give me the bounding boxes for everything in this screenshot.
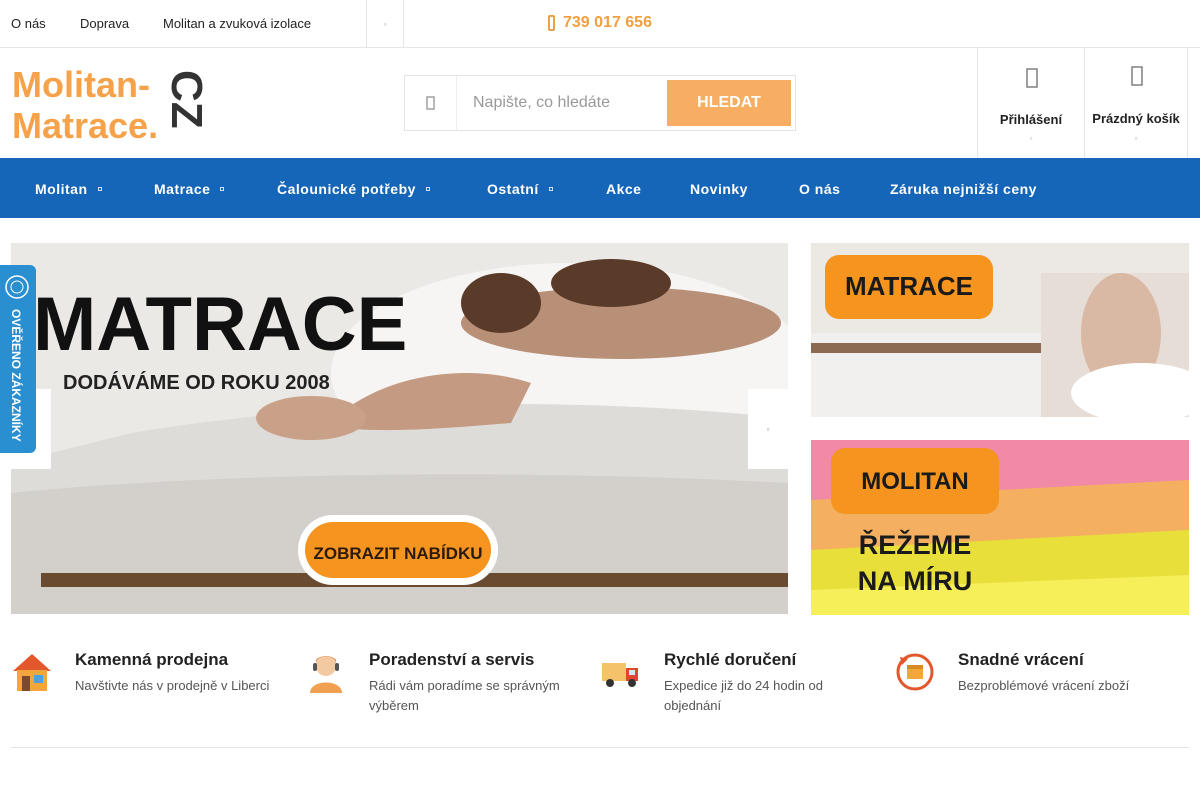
nav-item-calounicke-potreby[interactable]: Čalounické potřeby (277, 181, 430, 197)
logo-text-top: Molitan- (12, 64, 150, 105)
nav-label: Ostatní (487, 181, 539, 197)
return-icon (896, 653, 934, 691)
side-banner-molitan-line2: NA MÍRU (858, 565, 973, 596)
store-icon (13, 654, 51, 691)
search-icon (425, 96, 435, 110)
feature-desc: Rádi vám poradíme se správným výběrem (369, 678, 560, 713)
feature-title: Snadné vrácení (958, 650, 1084, 669)
nav-item-akce[interactable]: Akce (606, 181, 641, 197)
login-caret-icon: ▫ (1029, 134, 1033, 143)
phone-link[interactable]: 739 017 656 (548, 14, 652, 32)
cart-caret-icon: ▫ (1134, 134, 1138, 143)
verified-seal-icon (5, 275, 29, 299)
feature-title: Rychlé doručení (664, 650, 797, 669)
side-banner-matrace-title: MATRACE (845, 271, 973, 301)
search-button[interactable]: HLEDAT (667, 80, 791, 126)
top-bar: O nás Doprava Molitan a zvuková izolace … (0, 0, 1200, 48)
verified-by-customers-badge[interactable]: OVĚŘENO ZÁKAZNÍKY (0, 265, 36, 453)
main-nav: Molitan Matrace Čalounické potřeby Ostat… (0, 158, 1200, 218)
feature-desc: Navštivte nás v prodejně v Liberci (75, 678, 270, 693)
side-banner-molitan-line1: ŘEŽEME (859, 529, 972, 560)
nav-item-zaruka[interactable]: Záruka nejnižší ceny (890, 181, 1037, 197)
toplink-doprava[interactable]: Doprava (80, 16, 129, 31)
truck-icon (602, 663, 638, 687)
nav-label: O nás (799, 181, 841, 197)
login-button[interactable]: Přihlášení ▫ (977, 48, 1084, 158)
chevron-down-icon (220, 187, 225, 191)
more-icon: ▫ (383, 19, 387, 29)
nav-label: Záruka nejnižší ceny (890, 181, 1037, 197)
login-label: Přihlášení (999, 112, 1063, 127)
cart-icon (1131, 66, 1143, 86)
nav-label: Akce (606, 181, 642, 197)
hero-banner[interactable]: ZOBRAZIT NABÍDKU MATRACE DODÁVÁME OD ROK… (11, 243, 788, 614)
slider-next-button[interactable]: ▫ (748, 389, 788, 469)
feature-title: Kamenná prodejna (75, 650, 229, 669)
side-banner-molitan[interactable]: MOLITAN ŘEŽEME NA MÍRU (811, 440, 1189, 615)
banner-cta-button[interactable]: ZOBRAZIT NABÍDKU (313, 544, 482, 563)
cart-button[interactable]: Prázdný košík ▫ (1084, 48, 1188, 158)
features-row: Kamenná prodejna Navštivte nás v prodejn… (11, 648, 1189, 748)
nav-item-matrace[interactable]: Matrace (154, 181, 225, 197)
nav-item-molitan[interactable]: Molitan (35, 181, 102, 197)
chevron-down-icon (97, 187, 102, 191)
phone-icon (548, 15, 555, 31)
toplink-o-nas[interactable]: O nás (11, 16, 46, 31)
feature-title: Poradenství a servis (369, 650, 535, 669)
user-icon (1026, 68, 1038, 88)
site-logo[interactable]: Molitan- Matrace. CZ (12, 64, 212, 146)
side-banner-molitan-title: MOLITAN (861, 468, 969, 495)
nav-label: Novinky (690, 181, 748, 197)
logo-text-bottom: Matrace. (12, 105, 158, 142)
phone-number: 739 017 656 (563, 14, 652, 31)
nav-label: Čalounické potřeby (277, 181, 416, 197)
header: Molitan- Matrace. CZ HLEDAT Přihlášení ▫… (0, 48, 1200, 158)
topbar-more-button[interactable]: ▫ (366, 0, 404, 48)
nav-item-novinky[interactable]: Novinky (690, 181, 748, 197)
nav-label: Molitan (35, 181, 88, 197)
feature-desc: Bezproblémové vrácení zboží (958, 678, 1130, 693)
search-input[interactable] (463, 86, 663, 120)
verified-label: OVĚŘENO ZÁKAZNÍKY (9, 309, 24, 442)
cart-label: Prázdný košík (1092, 111, 1180, 126)
banner-subtitle: DODÁVÁME OD ROKU 2008 (63, 371, 330, 394)
nav-label: Matrace (154, 181, 211, 197)
nav-item-o-nas[interactable]: O nás (799, 181, 840, 197)
chevron-down-icon (548, 187, 553, 191)
chevron-right-icon: ▫ (766, 424, 770, 434)
side-banner-matrace[interactable]: MATRACE (811, 243, 1189, 417)
nav-item-ostatni[interactable]: Ostatní (487, 181, 553, 197)
support-icon (310, 656, 342, 693)
feature-desc: Expedice již do 24 hodin od objednání (664, 678, 824, 713)
toplink-molitan-izolace[interactable]: Molitan a zvuková izolace (163, 16, 311, 31)
chevron-down-icon (425, 187, 430, 191)
banner-title: MATRACE (33, 282, 407, 367)
search-form: HLEDAT (404, 75, 796, 131)
logo-tld: CZ (162, 70, 211, 129)
search-icon-box[interactable] (405, 76, 457, 130)
